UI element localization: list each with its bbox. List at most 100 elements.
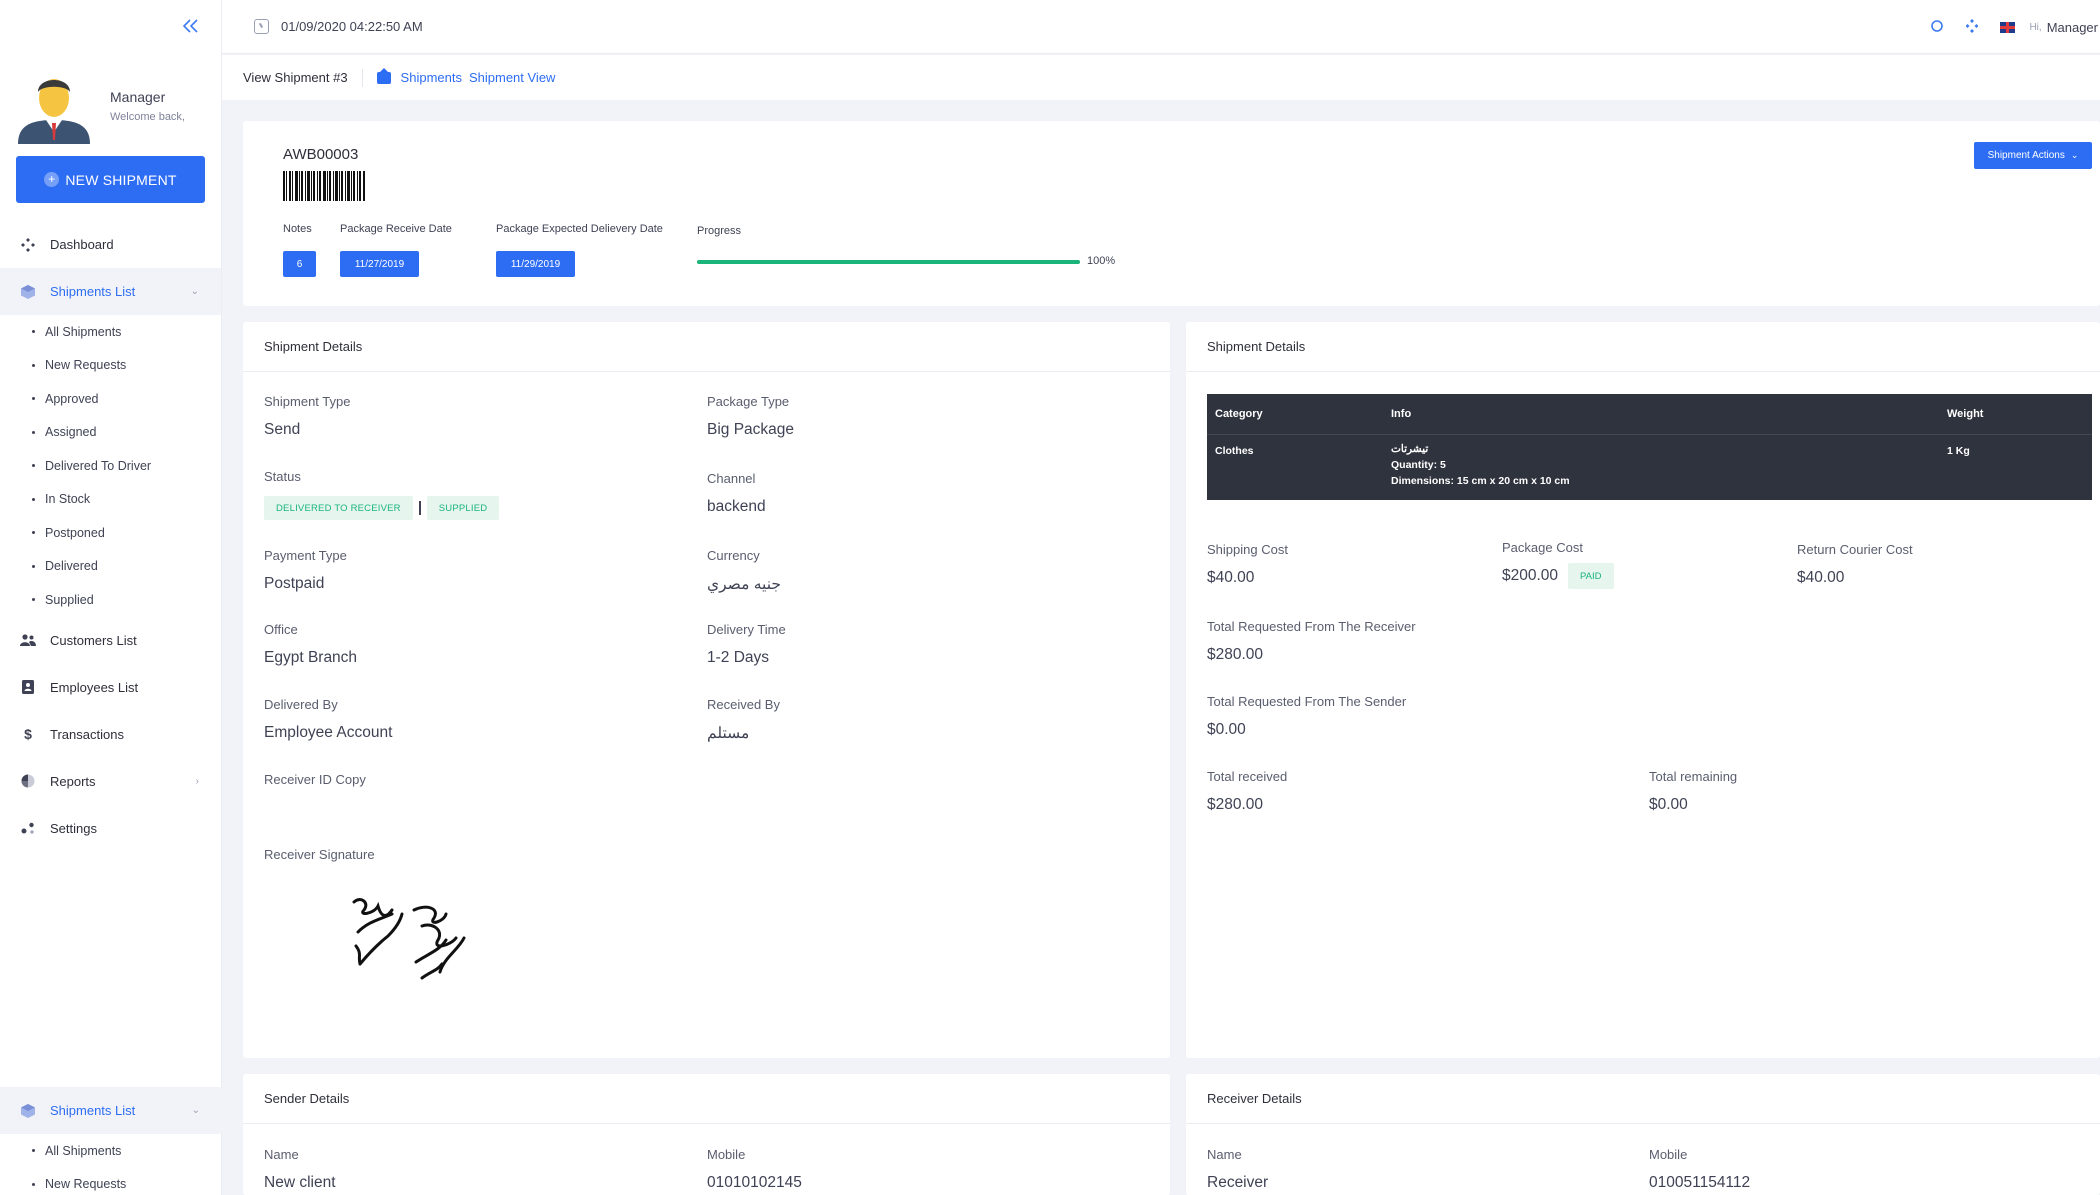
pie-chart-icon: [20, 773, 36, 789]
bullet-icon: [32, 1182, 35, 1186]
sidebar-item-settings[interactable]: Settings: [0, 805, 221, 852]
submenu-item-new-requests[interactable]: New Requests: [0, 349, 221, 383]
submenu-item-postponed[interactable]: Postponed: [0, 516, 221, 550]
field-total-remaining: Total remaining $0.00: [1649, 769, 1737, 814]
bullet-icon: [32, 464, 35, 468]
home-icon[interactable]: [376, 67, 391, 84]
field-value: $0.00: [1207, 721, 1246, 738]
topbar: 01/09/2020 04:22:50 AM Hi, Manager: [222, 0, 2100, 54]
clock-icon: [254, 19, 269, 34]
sidebar-item-employees[interactable]: Employees List: [0, 664, 221, 711]
receiver-details-card: Receiver Details Name Receiver Mobile 01…: [1186, 1074, 2100, 1195]
field-status: Status DELIVERED TO RECEIVER SUPPLIED: [264, 469, 500, 520]
submenu-item-all-shipments[interactable]: All Shipments: [0, 315, 221, 349]
field-office: Office Egypt Branch: [264, 622, 357, 667]
breadcrumb-shipment-view[interactable]: Shipment View: [469, 70, 555, 85]
field-label: Shipment Type: [264, 394, 351, 409]
submenu-label: New Requests: [45, 358, 127, 373]
field-currency: Currency جنيه مصري: [707, 548, 781, 594]
field-label: Total Requested From The Receiver: [1207, 619, 1416, 634]
notes-count-badge[interactable]: 6: [283, 251, 316, 277]
divider: [418, 501, 421, 515]
submenu-label: All Shipments: [45, 324, 122, 339]
cell-dimensions: Dimensions: 15 cm x 20 cm x 10 cm: [1391, 475, 1570, 487]
field-label: Status: [264, 469, 301, 484]
field-label: Received By: [707, 697, 780, 712]
new-shipment-label: NEW SHIPMENT: [65, 171, 177, 188]
sidebar-item-transactions[interactable]: $ Transactions: [0, 711, 221, 758]
status-badge: DELIVERED TO RECEIVER: [264, 496, 413, 520]
submenu-item-supplied[interactable]: Supplied: [0, 583, 221, 617]
field-label: Currency: [707, 548, 760, 563]
submenu-item-assigned[interactable]: Assigned: [0, 416, 221, 450]
submenu-label: Assigned: [45, 425, 97, 440]
chevron-down-icon: ⌄: [190, 286, 199, 297]
sidebar-item-shipments-repeat[interactable]: Shipments List ⌄: [0, 1087, 222, 1134]
new-shipment-button[interactable]: + NEW SHIPMENT: [16, 156, 205, 203]
users-icon: [20, 632, 36, 648]
search-icon[interactable]: [1930, 19, 1944, 36]
cell-category: Clothes: [1215, 445, 1254, 457]
collapse-sidebar-icon[interactable]: [182, 17, 199, 38]
field-value: $280.00: [1207, 796, 1264, 813]
sidebar-item-customers[interactable]: Customers List: [0, 617, 221, 664]
breadcrumb-shipments[interactable]: Shipments: [401, 70, 462, 85]
sidebar-item-reports[interactable]: Reports ›: [0, 758, 221, 805]
avatar: [16, 68, 92, 144]
field-requested-from-sender: Total Requested From The Sender $0.00: [1207, 694, 1406, 739]
submenu-item-new-requests[interactable]: New Requests: [0, 1168, 222, 1195]
field-label: Package Cost: [1502, 540, 1583, 555]
submenu-item-approved[interactable]: Approved: [0, 382, 221, 416]
field-label: Total Requested From The Sender: [1207, 694, 1407, 709]
uk-flag-icon[interactable]: [2000, 21, 2016, 33]
bullet-icon: [32, 497, 35, 501]
field-label: Name: [1207, 1147, 1242, 1162]
submenu-item-in-stock[interactable]: In Stock: [0, 483, 221, 517]
bullet-icon: [32, 598, 35, 602]
expected-date-label: Package Expected Delievery Date: [496, 223, 663, 235]
field-shipment-type: Shipment Type Send: [264, 394, 350, 439]
progress-label: Progress: [697, 225, 742, 237]
shipment-summary-card: AWB00003 Notes Package Receive Date Pack…: [243, 121, 2100, 306]
bullet-icon: [32, 430, 35, 434]
awb-number: AWB00003: [283, 146, 359, 163]
field-value: $200.00: [1502, 567, 1559, 585]
cell-info-title: تيشرتات: [1391, 443, 1429, 455]
bullet-icon: [32, 330, 35, 334]
submenu-label: New Requests: [45, 1177, 127, 1192]
barcode-image: [283, 171, 365, 201]
plus-icon: +: [44, 172, 60, 187]
receive-date-label: Package Receive Date: [340, 223, 452, 235]
chevron-down-icon: ⌄: [191, 1105, 200, 1116]
current-datetime: 01/09/2020 04:22:50 AM: [281, 19, 423, 34]
shipment-actions-button[interactable]: Shipment Actions ⌄: [1974, 142, 2092, 169]
subheader: View Shipment #3 Shipments Shipment View: [222, 55, 2100, 100]
apps-icon[interactable]: [1965, 18, 1979, 36]
cell-weight: 1 Kg: [1947, 445, 1970, 457]
bullet-icon: [32, 397, 35, 401]
field-sender-name: Name New client: [264, 1147, 336, 1192]
contact-card-icon: [20, 679, 36, 695]
card-title: Shipment Details: [243, 322, 1170, 372]
sidebar-top: [0, 0, 221, 54]
field-label: Channel: [707, 471, 756, 486]
field-label: Total remaining: [1649, 769, 1738, 784]
submenu-item-all-shipments[interactable]: All Shipments: [0, 1134, 222, 1168]
sidebar-item-label: Shipments List: [50, 1103, 136, 1118]
field-label: Package Type: [707, 394, 790, 409]
submenu-item-delivered[interactable]: Delivered: [0, 550, 221, 584]
field-total-received: Total received $280.00: [1207, 769, 1287, 814]
sidebar-item-dashboard[interactable]: Dashboard: [0, 221, 221, 268]
field-label: Receiver Signature: [264, 847, 375, 862]
field-value: $0.00: [1649, 796, 1688, 813]
sidebar-item-label: Settings: [50, 820, 97, 836]
sidebar-item-shipments[interactable]: Shipments List ⌄: [0, 268, 221, 315]
paid-badge: PAID: [1568, 563, 1614, 589]
submenu-item-delivered-to-driver[interactable]: Delivered To Driver: [0, 449, 221, 483]
field-receiver-signature: Receiver Signature: [264, 847, 375, 862]
receive-date-badge: 11/27/2019: [340, 251, 419, 277]
shipment-costs-card: Shipment Details Category Info Weight Cl…: [1186, 322, 2100, 1058]
field-value: Employee Account: [264, 724, 393, 741]
user-menu-name[interactable]: Manager: [2047, 20, 2098, 35]
table-row: Clothes تيشرتات Quantity: 5 Dimensions: …: [1207, 435, 2092, 500]
